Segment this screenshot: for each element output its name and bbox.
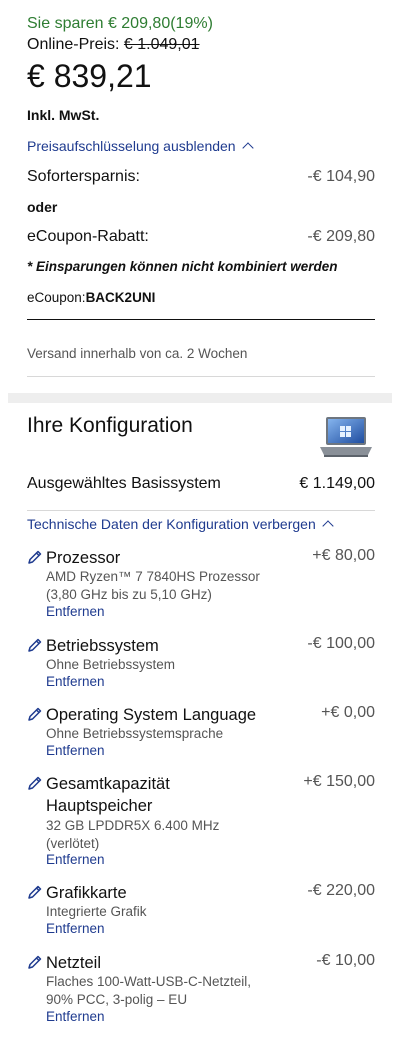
price-breakdown-toggle-label: Preisaufschlüsselung ausblenden — [27, 138, 236, 154]
price-breakdown-toggle[interactable]: Preisaufschlüsselung ausblenden — [27, 138, 254, 154]
config-item-name: Gesamtkapazität Hauptspeicher — [46, 775, 170, 815]
coupon-line: eCoupon:BACK2UNI — [27, 290, 155, 305]
online-price-label: Online-Preis: — [27, 36, 124, 53]
ecoupon-label: eCoupon-Rabatt: — [27, 228, 149, 245]
remove-link[interactable]: Entfernen — [46, 743, 105, 758]
remove-link[interactable]: Entfernen — [46, 674, 105, 689]
divider — [27, 376, 375, 377]
config-item-desc: Ohne Betriebssystem — [46, 657, 176, 672]
current-price: € 839,21 — [27, 58, 152, 94]
shipping-note: Versand innerhalb von ca. 2 Wochen — [27, 346, 248, 361]
config-item-name: Grafikkarte — [46, 884, 127, 902]
base-system-row: Ausgewähltes Basissystem € 1.149,00 — [27, 475, 375, 493]
config-item-price: -€ 10,00 — [316, 952, 375, 969]
remove-link[interactable]: Entfernen — [46, 1009, 105, 1024]
pencil-icon[interactable] — [27, 549, 43, 565]
section-separator — [8, 393, 392, 403]
vat-note: Inkl. MwSt. — [27, 107, 100, 123]
remove-link[interactable]: Entfernen — [46, 852, 105, 867]
or-label: oder — [27, 199, 58, 215]
configuration-title: Ihre Konfiguration — [27, 414, 193, 437]
config-item-desc: Ohne Betriebssystemsprache — [46, 726, 224, 741]
online-price-strikethrough: € 1.049,01 — [123, 36, 200, 53]
tech-specs-toggle-label: Technische Daten der Konfiguration verbe… — [27, 516, 316, 532]
config-item-name: Betriebssystem — [46, 637, 159, 655]
config-item-price: +€ 80,00 — [312, 547, 375, 564]
divider — [27, 319, 375, 320]
coupon-label: eCoupon: — [27, 290, 86, 305]
online-price-line: Online-Preis: € 1.049,01 — [27, 36, 200, 54]
pencil-icon[interactable] — [27, 706, 43, 722]
ecoupon-value: -€ 209,80 — [307, 228, 375, 245]
tech-specs-toggle[interactable]: Technische Daten der Konfiguration verbe… — [27, 516, 334, 532]
config-item-desc: 32 GB LPDDR5X 6.400 MHz (verlötet) — [46, 818, 220, 851]
config-item-price: -€ 100,00 — [307, 635, 375, 652]
laptop-image — [320, 417, 372, 457]
config-item-price: -€ 220,00 — [307, 882, 375, 899]
config-item-desc: AMD Ryzen™ 7 7840HS Prozessor (3,80 GHz … — [46, 569, 260, 602]
chevron-up-icon — [241, 142, 254, 154]
config-item-desc: Flaches 100-Watt-USB-C-Netzteil, 90% PCC… — [46, 974, 252, 1007]
instant-savings-value: -€ 104,90 — [307, 168, 375, 185]
base-system-label: Ausgewähltes Basissystem — [27, 475, 221, 492]
instant-savings-row: Sofortersparnis: -€ 104,90 — [27, 168, 375, 186]
pencil-icon[interactable] — [27, 954, 43, 970]
pencil-icon[interactable] — [27, 637, 43, 653]
config-item-price: +€ 150,00 — [303, 773, 375, 790]
combine-note: * Einsparungen können nicht kombiniert w… — [27, 259, 338, 274]
config-item-name: Prozessor — [46, 549, 121, 567]
remove-link[interactable]: Entfernen — [46, 604, 105, 619]
savings-text: Sie sparen € 209,80(19%) — [27, 15, 213, 32]
ecoupon-row: eCoupon-Rabatt: -€ 209,80 — [27, 228, 375, 246]
pencil-icon[interactable] — [27, 884, 43, 900]
config-item-name: Operating System Language — [46, 706, 257, 724]
config-item-price: +€ 0,00 — [321, 704, 375, 721]
instant-savings-label: Sofortersparnis: — [27, 168, 140, 185]
remove-link[interactable]: Entfernen — [46, 921, 105, 936]
config-item-desc: Integrierte Grafik — [46, 904, 147, 919]
pencil-icon[interactable] — [27, 775, 43, 791]
coupon-code: BACK2UNI — [85, 290, 156, 305]
chevron-up-icon — [322, 520, 334, 532]
config-item-name: Netzteil — [46, 954, 102, 972]
divider — [27, 510, 375, 511]
base-system-price: € 1.149,00 — [299, 475, 375, 492]
